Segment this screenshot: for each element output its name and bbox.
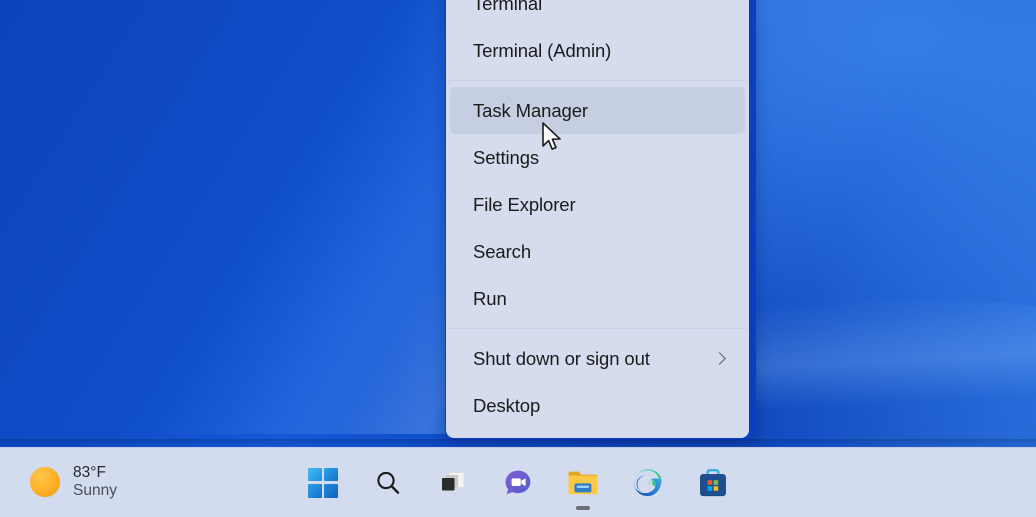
folder-icon xyxy=(568,471,598,494)
task-view-icon xyxy=(442,471,465,490)
menu-item-label: Settings xyxy=(473,146,540,168)
context-menu-list: Terminal Terminal (Admin) Task Manager Sett… xyxy=(446,0,749,438)
menu-item-label: Task Manager xyxy=(473,99,588,121)
start-button[interactable] xyxy=(301,461,345,505)
chat-button[interactable] xyxy=(496,461,540,505)
menu-item-file-explorer[interactable]: File Explorer xyxy=(450,181,745,228)
store-button[interactable] xyxy=(691,461,735,505)
menu-item-label: Shut down or sign out xyxy=(473,347,650,369)
menu-item-label: Run xyxy=(473,287,507,309)
menu-item-settings[interactable]: Settings xyxy=(450,134,745,181)
search-button[interactable] xyxy=(366,461,410,505)
win-x-context-menu[interactable]: Terminal Terminal (Admin) Task Manager Sett… xyxy=(446,0,749,438)
menu-separator xyxy=(447,328,748,329)
taskbar-center-group xyxy=(0,448,1036,517)
screen: Terminal Terminal (Admin) Task Manager Sett… xyxy=(0,0,1036,517)
windows-logo-icon xyxy=(308,467,338,498)
menu-item-run[interactable]: Run xyxy=(450,275,745,322)
search-icon xyxy=(377,471,400,494)
taskbar: 83°F Sunny xyxy=(0,447,1036,517)
chat-teams-icon xyxy=(505,470,531,494)
menu-item-shut-down-or-sign-out[interactable]: Shut down or sign out xyxy=(450,335,745,382)
file-explorer-button[interactable] xyxy=(561,461,605,510)
chevron-right-icon xyxy=(713,352,727,366)
running-indicator xyxy=(576,505,590,510)
edge-icon xyxy=(634,468,662,496)
task-view-button[interactable] xyxy=(431,461,475,505)
menu-separator xyxy=(447,80,748,81)
microsoft-store-icon xyxy=(700,468,726,496)
menu-item-search[interactable]: Search xyxy=(450,228,745,275)
menu-item-label: Terminal xyxy=(473,0,543,14)
menu-item-label: Desktop xyxy=(473,394,541,416)
menu-item-terminal[interactable]: Terminal xyxy=(450,0,745,27)
menu-item-desktop[interactable]: Desktop xyxy=(450,382,745,429)
menu-item-task-manager[interactable]: Task Manager xyxy=(450,87,745,134)
menu-item-terminal-admin[interactable]: Terminal (Admin) xyxy=(450,27,745,74)
menu-item-label: Terminal (Admin) xyxy=(473,39,612,61)
edge-button[interactable] xyxy=(626,461,670,505)
menu-item-label: File Explorer xyxy=(473,193,576,215)
taskbar-top-shadow xyxy=(0,439,1036,447)
menu-item-label: Search xyxy=(473,240,532,262)
